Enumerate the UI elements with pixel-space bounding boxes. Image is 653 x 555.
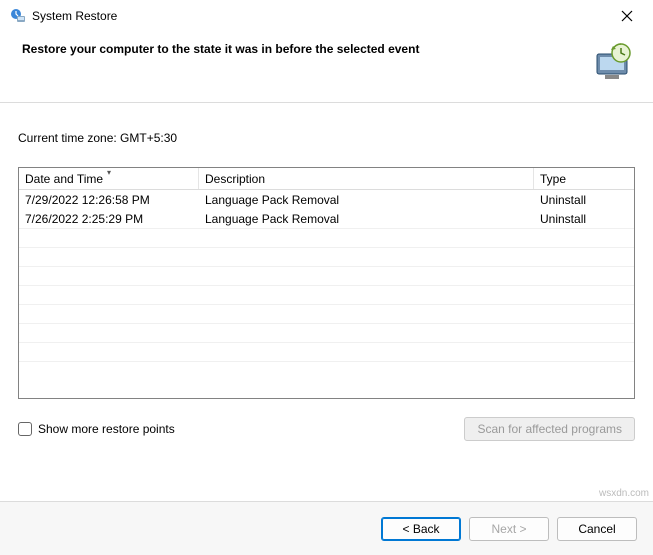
empty-row — [19, 228, 634, 247]
empty-row — [19, 285, 634, 304]
checkbox-icon — [18, 422, 32, 436]
cell-description: Language Pack Removal — [199, 191, 534, 209]
wizard-footer: < Back Next > Cancel — [0, 501, 653, 555]
header-row: Restore your computer to the state it wa… — [0, 32, 653, 102]
column-header-label: Description — [205, 172, 265, 186]
restore-points-table: Date and Time ▾ Description Type 7/29/20… — [18, 167, 635, 399]
close-button[interactable] — [611, 4, 643, 28]
empty-row — [19, 247, 634, 266]
column-header-description[interactable]: Description — [199, 168, 534, 189]
empty-row — [19, 361, 634, 380]
back-button[interactable]: < Back — [381, 517, 461, 541]
scan-affected-programs-button[interactable]: Scan for affected programs — [464, 417, 635, 441]
restore-monitor-clock-icon — [591, 42, 633, 82]
cell-type: Uninstall — [534, 191, 634, 209]
cell-datetime: 7/26/2022 2:25:29 PM — [19, 210, 199, 228]
empty-row — [19, 304, 634, 323]
sort-indicator-icon: ▾ — [107, 168, 111, 177]
cell-datetime: 7/29/2022 12:26:58 PM — [19, 191, 199, 209]
timezone-label: Current time zone: GMT+5:30 — [18, 131, 635, 145]
column-header-label: Date and Time — [25, 172, 103, 186]
show-more-checkbox[interactable]: Show more restore points — [18, 422, 175, 436]
content-area: Current time zone: GMT+5:30 Date and Tim… — [0, 103, 653, 399]
empty-row — [19, 323, 634, 342]
table-header-row: Date and Time ▾ Description Type — [19, 168, 634, 190]
system-restore-icon — [10, 8, 26, 24]
column-header-type[interactable]: Type — [534, 168, 634, 189]
cell-description: Language Pack Removal — [199, 210, 534, 228]
page-heading: Restore your computer to the state it wa… — [22, 42, 591, 56]
window-title: System Restore — [32, 9, 117, 23]
watermark: wsxdn.com — [599, 488, 649, 499]
empty-row — [19, 266, 634, 285]
cell-type: Uninstall — [534, 210, 634, 228]
title-bar: System Restore — [0, 0, 653, 32]
empty-row — [19, 342, 634, 361]
checkbox-label: Show more restore points — [38, 422, 175, 436]
cancel-button[interactable]: Cancel — [557, 517, 637, 541]
table-row[interactable]: 7/26/2022 2:25:29 PM Language Pack Remov… — [19, 209, 634, 228]
column-header-label: Type — [540, 172, 566, 186]
column-header-datetime[interactable]: Date and Time ▾ — [19, 168, 199, 189]
next-button[interactable]: Next > — [469, 517, 549, 541]
table-row[interactable]: 7/29/2022 12:26:58 PM Language Pack Remo… — [19, 190, 634, 209]
table-body: 7/29/2022 12:26:58 PM Language Pack Remo… — [19, 190, 634, 380]
options-row: Show more restore points Scan for affect… — [0, 399, 653, 441]
